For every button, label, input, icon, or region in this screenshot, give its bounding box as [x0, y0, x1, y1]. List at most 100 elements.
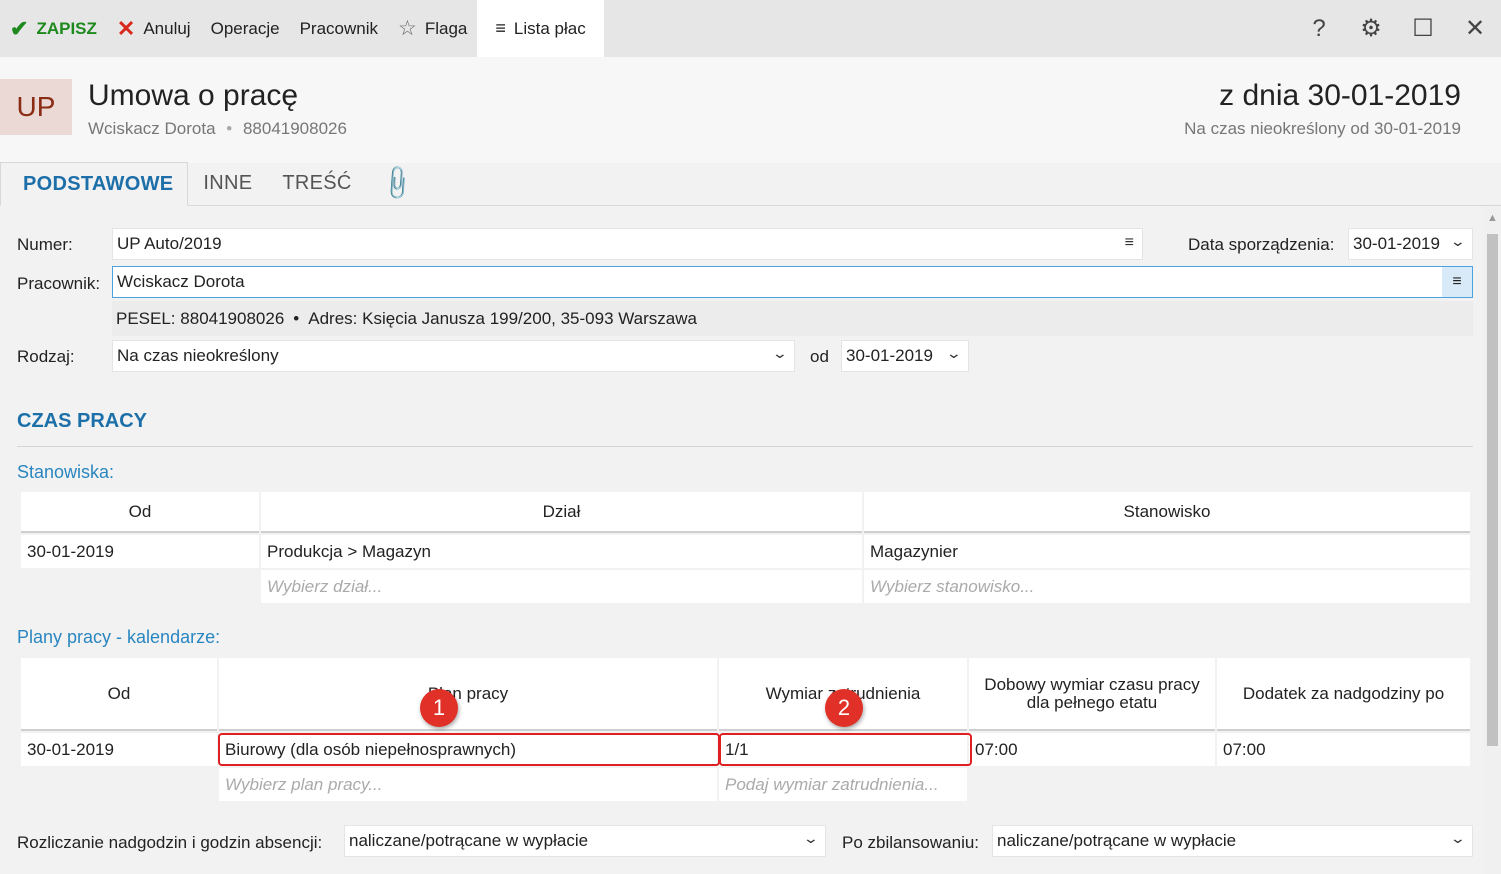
close-window-button[interactable]: ✕	[1449, 14, 1501, 43]
list-menu-icon[interactable]: ≡	[1125, 234, 1134, 252]
from-date-field[interactable]: 30-01-2019 ⌄	[841, 340, 969, 372]
chevron-down-icon[interactable]: ⌄	[946, 345, 962, 362]
column-header-overtime-after[interactable]: Dodatek za nadgodziny po	[1217, 658, 1470, 731]
from-date-value: 30-01-2019	[846, 346, 933, 365]
employee-field[interactable]: Wciskacz Dorota ≡	[112, 266, 1473, 298]
chevron-down-icon[interactable]: ⌄	[803, 830, 819, 847]
kind-select[interactable]: Na czas nieokreślony ⌄	[112, 340, 795, 372]
overtime-settlement-select[interactable]: naliczane/potrącane w wypłacie ⌄	[344, 825, 826, 857]
column-header-from[interactable]: Od	[21, 658, 217, 731]
star-icon: ☆	[398, 17, 417, 40]
settings-button[interactable]: ⚙	[1345, 14, 1397, 43]
after-balancing-select[interactable]: naliczane/potrącane w wypłacie ⌄	[992, 825, 1473, 857]
kind-label: Rodzaj:	[17, 347, 75, 366]
document-subtitle: Wciskacz Dorota • 88041908026	[88, 119, 347, 139]
cell-empty	[21, 570, 259, 603]
chevron-down-icon[interactable]: ⌄	[772, 345, 788, 362]
cell-empty	[1217, 768, 1470, 801]
document-header: UP Umowa o pracę Wciskacz Dorota • 88041…	[0, 57, 1501, 163]
payroll-label: Lista płac	[513, 18, 586, 38]
scrollbar-thumb[interactable]	[1487, 234, 1498, 746]
checkmark-icon: ✔	[10, 15, 29, 41]
from-label: od	[810, 347, 829, 366]
document-type-badge: UP	[0, 79, 72, 135]
close-icon: ✕	[1464, 15, 1486, 42]
department-placeholder[interactable]: Wybierz dział...	[261, 570, 862, 603]
work-plans-title: Plany pracy - kalendarze:	[17, 627, 221, 647]
column-header-from[interactable]: Od	[21, 492, 259, 533]
column-header-work-plan[interactable]: Plan pracy	[219, 658, 717, 731]
list-menu-icon[interactable]: ≡	[1442, 267, 1472, 297]
employee-name: Wciskacz Dorota	[88, 119, 216, 138]
scroll-up-icon[interactable]: ▲	[1487, 212, 1498, 224]
maximize-icon: ☐	[1412, 15, 1434, 42]
created-date-field[interactable]: 30-01-2019 ⌄	[1348, 228, 1473, 260]
cell-overtime-after[interactable]: 07:00	[1217, 733, 1470, 766]
created-date-value: 30-01-2019	[1353, 234, 1440, 253]
address-label: Adres:	[308, 308, 358, 328]
save-label: ZAPISZ	[36, 18, 97, 38]
employee-label: Pracownik	[299, 18, 378, 38]
overtime-settlement-label: Rozliczanie nadgodzin i godzin absencji:	[17, 833, 323, 852]
pesel-label: PESEL:	[116, 308, 176, 328]
kind-value: Na czas nieokreślony	[117, 346, 279, 365]
separator-dot: •	[226, 119, 233, 138]
cell-daily-hours[interactable]: 07:00	[969, 733, 1215, 766]
hamburger-menu-icon: ≡	[495, 18, 506, 38]
cancel-button[interactable]: ✕ Anuluj	[107, 0, 201, 57]
operations-label: Operacje	[210, 18, 280, 38]
save-button[interactable]: ✔ ZAPISZ	[0, 0, 107, 57]
paperclip-icon: 📎	[376, 163, 418, 204]
document-title: Umowa o pracę	[88, 79, 299, 112]
document-date: z dnia 30-01-2019	[1219, 79, 1461, 112]
employment-rate-placeholder[interactable]: Podaj wymiar zatrudnienia...	[719, 768, 967, 801]
flag-label: Flaga	[424, 18, 468, 38]
work-time-section-title: CZAS PRACY	[17, 410, 148, 432]
table-row-new[interactable]: Wybierz dział... Wybierz stanowisko...	[21, 570, 1470, 603]
tab-basic[interactable]: PODSTAWOWE	[0, 162, 189, 206]
toolbar: ✔ ZAPISZ ✕ Anuluj Operacje Pracownik ☆ F…	[0, 0, 1501, 57]
employee-info-line: PESEL: 88041908026 • Adres: Księcia Janu…	[112, 301, 1473, 336]
help-button[interactable]: ?	[1293, 15, 1345, 43]
annotation-marker-1: 1	[420, 689, 458, 727]
payroll-list-button[interactable]: ≡ Lista płac	[477, 0, 604, 57]
cell-empty	[969, 768, 1215, 801]
cell-empty	[21, 768, 217, 801]
column-header-department[interactable]: Dział	[261, 492, 862, 533]
tab-content[interactable]: TREŚĆ	[267, 162, 366, 205]
created-date-label: Data sporządzenia:	[1188, 235, 1335, 254]
number-value: UP Auto/2019	[117, 234, 222, 253]
document-period: Na czas nieokreślony od 30-01-2019	[1184, 119, 1461, 138]
chevron-down-icon[interactable]: ⌄	[1450, 830, 1466, 847]
operations-menu-button[interactable]: Operacje	[201, 0, 290, 57]
after-balancing-value: naliczane/potrącane w wypłacie	[997, 831, 1237, 850]
work-plans-table: Od Plan pracy Wymiar zatrudnienia Dobowy…	[19, 656, 1472, 803]
column-header-position[interactable]: Stanowisko	[864, 492, 1470, 533]
chevron-down-icon[interactable]: ⌄	[1450, 233, 1466, 250]
highlight-employment-rate	[719, 733, 972, 766]
employee-label: Pracownik:	[17, 274, 101, 293]
employee-value: Wciskacz Dorota	[117, 272, 245, 291]
cell-department[interactable]: Produkcja > Magazyn	[261, 535, 862, 568]
close-x-icon: ✕	[116, 15, 136, 41]
work-plan-placeholder[interactable]: Wybierz plan pracy...	[219, 768, 717, 801]
tab-other[interactable]: INNE	[188, 162, 267, 205]
cell-position[interactable]: Magazynier	[864, 535, 1470, 568]
cell-from[interactable]: 30-01-2019	[21, 733, 217, 766]
maximize-button[interactable]: ☐	[1397, 14, 1449, 43]
tab-bar: PODSTAWOWE INNE TREŚĆ 📎	[0, 162, 1501, 206]
address-value: Księcia Janusza 199/200, 35-093 Warszawa	[362, 308, 697, 328]
table-row-new[interactable]: Wybierz plan pracy... Podaj wymiar zatru…	[21, 768, 1470, 801]
vertical-scrollbar[interactable]: ▲	[1484, 206, 1501, 874]
column-header-daily-hours[interactable]: Dobowy wymiar czasu pracy dla pełnego et…	[969, 658, 1215, 731]
tab-attachments[interactable]: 📎	[367, 162, 427, 205]
separator-dot: •	[293, 308, 300, 328]
cell-from[interactable]: 30-01-2019	[21, 535, 259, 568]
employee-menu-button[interactable]: Pracownik	[290, 0, 388, 57]
flag-button[interactable]: ☆ Flaga	[388, 0, 477, 57]
overtime-settlement-value: naliczane/potrącane w wypłacie	[349, 831, 589, 850]
number-field[interactable]: UP Auto/2019 ≡	[112, 228, 1143, 260]
table-row[interactable]: 30-01-2019 Produkcja > Magazyn Magazynie…	[21, 535, 1470, 568]
position-placeholder[interactable]: Wybierz stanowisko...	[864, 570, 1470, 603]
gear-icon: ⚙	[1360, 15, 1382, 42]
